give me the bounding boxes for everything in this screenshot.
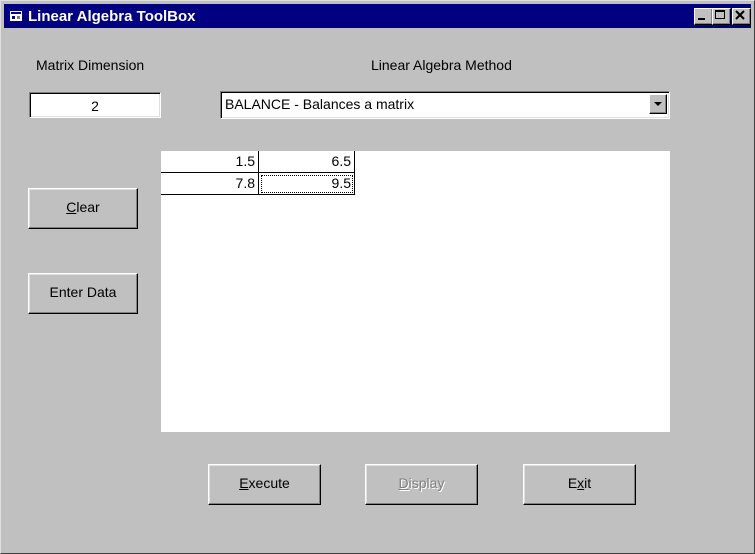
enter-data-button[interactable]: Enter Data [28, 273, 138, 314]
app-window: Linear Algebra ToolBox Matrix Dimension … [0, 0, 755, 554]
execute-mnemonic: E [239, 475, 249, 491]
app-icon [10, 11, 22, 21]
window-title: Linear Algebra ToolBox [28, 8, 196, 25]
exit-label: it [584, 475, 592, 491]
matrix-cell-r1c2[interactable]: 6.5 [259, 151, 355, 173]
exit-button[interactable]: Exit [523, 464, 636, 505]
method-label: Linear Algebra Method [371, 57, 512, 73]
method-selected-value: BALANCE - Balances a matrix [225, 96, 415, 112]
matrix-grid[interactable]: 1.5 6.5 7.8 9.5 [161, 151, 670, 432]
execute-label: xecute [248, 475, 290, 491]
exit-label-pre: E [567, 475, 578, 491]
minimize-icon [698, 18, 705, 20]
method-dropdown-button[interactable] [649, 94, 667, 114]
matrix-cell-r1c1[interactable]: 1.5 [161, 151, 259, 173]
maximize-icon [715, 10, 725, 19]
method-select[interactable]: BALANCE - Balances a matrix [220, 91, 670, 119]
matrix-dimension-input[interactable]: 2 [29, 92, 161, 118]
execute-button[interactable]: Execute [208, 464, 321, 505]
close-button[interactable] [732, 8, 751, 25]
clear-button[interactable]: Clear [28, 188, 138, 229]
matrix-dimension-label: Matrix Dimension [36, 57, 145, 73]
matrix-cell-r2c2[interactable]: 9.5 [259, 173, 355, 195]
chevron-down-icon [654, 102, 662, 106]
minimize-button[interactable] [694, 8, 713, 25]
clear-label: lear [76, 199, 100, 215]
enter-data-label: Enter Data [49, 284, 117, 300]
display-label: isplay [408, 475, 445, 491]
display-button[interactable]: Display [365, 464, 478, 505]
title-bar[interactable]: Linear Algebra ToolBox [4, 4, 751, 28]
display-mnemonic: D [398, 475, 409, 491]
maximize-button[interactable] [712, 8, 731, 25]
close-icon [735, 10, 745, 20]
matrix-cell-r2c1[interactable]: 7.8 [161, 173, 259, 195]
clear-mnemonic: C [66, 199, 77, 215]
